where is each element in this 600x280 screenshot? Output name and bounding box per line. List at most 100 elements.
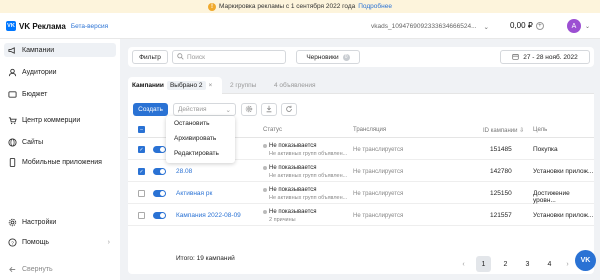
refresh-icon	[285, 105, 293, 115]
help-icon: ?	[8, 237, 17, 247]
campaign-name[interactable]: Кампания 2022-08-09	[176, 212, 241, 219]
calendar-icon	[512, 53, 519, 62]
sidebar-item-label: Настройки	[22, 218, 57, 226]
globe-icon	[8, 137, 17, 147]
sidebar-item-sites[interactable]: Сайты	[4, 135, 116, 149]
row-checkbox[interactable]	[138, 190, 145, 197]
avatar[interactable]: A	[567, 19, 581, 33]
campaigns-panel: Кампании Выбрано 2 × 2 группы 4 объявлен…	[128, 77, 594, 274]
campaign-goal: Покупка	[533, 146, 558, 153]
status-value: Не показывается	[263, 187, 317, 193]
actions-select[interactable]: Действия ⌄	[173, 103, 236, 116]
account-selector[interactable]: vkads_1094769092333634666524... ⌄	[368, 20, 492, 33]
beta-label[interactable]: Бета-версия	[71, 23, 108, 30]
selected-count-badge: Выбрано 2	[166, 81, 206, 90]
chevron-left-icon[interactable]: ‹	[456, 256, 471, 272]
vk-support-button[interactable]: VK	[575, 250, 596, 271]
campaign-name[interactable]: 28.08	[176, 168, 192, 175]
account-name: vkads_1094769092333634666524...	[371, 23, 477, 30]
status-reason: Не активных групп объявлен...	[269, 173, 348, 179]
balance-value: 0,00 ₽	[510, 21, 533, 30]
sidebar-item-campaigns[interactable]: Кампании	[4, 43, 116, 57]
refresh-button[interactable]	[281, 103, 297, 116]
campaign-toggle[interactable]	[153, 146, 166, 153]
page-2[interactable]: 2	[498, 256, 513, 272]
menu-item-stop[interactable]: Остановить	[166, 116, 235, 131]
campaign-toggle[interactable]	[153, 190, 166, 197]
broadcast-value: Не транслируется	[353, 169, 404, 175]
download-icon	[265, 105, 273, 115]
broadcast-value: Не транслируется	[353, 147, 404, 153]
chevron-right-icon[interactable]: ›	[560, 256, 575, 272]
campaign-id: 121557	[490, 212, 512, 219]
campaign-name[interactable]: Активная рк	[176, 190, 212, 197]
row-checkbox[interactable]	[138, 212, 145, 219]
table-row[interactable]: Активная рк Не показывается Не активных …	[128, 183, 594, 204]
status-dot	[263, 144, 267, 148]
chevron-down-icon: ⌄	[483, 23, 489, 31]
search-input[interactable]: Поиск	[172, 50, 286, 64]
logo[interactable]: VK VK Реклама Бета-версия	[6, 21, 108, 31]
table-row[interactable]: Кампания 2022-08-09 Не показывается 2 пр…	[128, 205, 594, 226]
drafts-button[interactable]: Черновики 0	[296, 50, 360, 64]
tab-campaigns[interactable]: Кампании Выбрано 2 ×	[128, 77, 222, 94]
banner-link[interactable]: Подробнее	[358, 3, 392, 10]
top-header: VK VK Реклама Бета-версия vkads_10947690…	[0, 13, 600, 39]
select-all-checkbox[interactable]: –	[138, 126, 145, 133]
sidebar-item-settings[interactable]: Настройки	[4, 215, 116, 229]
add-funds-icon[interactable]: +	[535, 21, 544, 30]
sidebar-item-label: Кампании	[22, 46, 55, 54]
campaign-toggle[interactable]	[153, 168, 166, 175]
campaign-id: 125150	[490, 190, 512, 197]
create-button[interactable]: Создать	[133, 103, 168, 116]
filter-bar: Фильтр Поиск Черновики 0 27 - 28 нояб. 2…	[128, 47, 594, 67]
filter-button[interactable]: Фильтр	[132, 50, 168, 64]
chevron-down-icon[interactable]: ⌄	[585, 23, 590, 30]
sidebar-item-label: Помощь	[22, 238, 50, 246]
column-campaign-id[interactable]: ID кампании ⇩	[483, 127, 524, 134]
tab-label: Кампании	[132, 82, 164, 89]
sidebar-item-audiences[interactable]: Аудитории	[4, 65, 116, 79]
menu-item-edit[interactable]: Редактировать	[166, 146, 235, 161]
entity-tabs: Кампании Выбрано 2 × 2 группы 4 объявлен…	[128, 77, 594, 94]
status-value: Не показывается	[263, 143, 317, 149]
status-dot	[263, 210, 267, 214]
page-1[interactable]: 1	[476, 256, 491, 272]
tab-ads[interactable]: 4 объявления	[270, 77, 324, 94]
campaign-toggle[interactable]	[153, 212, 166, 219]
status-text: Не показывается	[269, 143, 317, 149]
download-button[interactable]	[261, 103, 277, 116]
sidebar-item-budget[interactable]: Бюджет	[4, 87, 116, 101]
clear-selection-icon[interactable]: ×	[209, 82, 213, 89]
page-4[interactable]: 4	[542, 256, 557, 272]
gear-icon	[245, 105, 253, 115]
date-range-picker[interactable]: 27 - 28 нояб. 2022	[500, 50, 590, 64]
sidebar-collapse[interactable]: Свернуть	[4, 262, 116, 276]
sidebar-item-apps[interactable]: Мобильные приложения	[4, 155, 116, 169]
chevron-down-icon: ⌄	[225, 106, 231, 114]
logo-text: VK Реклама	[19, 21, 66, 31]
row-checkbox[interactable]: ✓	[138, 146, 145, 153]
chevron-right-icon: ›	[107, 238, 110, 246]
page-3[interactable]: 3	[520, 256, 535, 272]
audience-icon	[8, 68, 17, 77]
sidebar-item-commerce[interactable]: Центр коммерции	[4, 113, 116, 127]
menu-item-archive[interactable]: Архивировать	[166, 131, 235, 146]
balance[interactable]: 0,00 ₽ +	[510, 21, 544, 30]
drafts-count: 0	[342, 53, 350, 61]
row-checkbox[interactable]: ✓	[138, 168, 145, 175]
broadcast-value: Не транслируется	[353, 213, 404, 219]
table-row[interactable]: ✓ 28.08 Не показывается Не активных груп…	[128, 161, 594, 182]
status-text: Не показывается	[269, 187, 317, 193]
column-broadcast[interactable]: Трансляция	[353, 127, 386, 133]
sidebar-item-label: Свернуть	[22, 265, 53, 273]
tab-groups[interactable]: 2 группы	[226, 77, 264, 94]
column-goal[interactable]: Цель	[533, 127, 547, 133]
status-dot	[263, 166, 267, 170]
broadcast-value: Не транслируется	[353, 191, 404, 197]
sidebar-item-help[interactable]: ? Помощь ›	[4, 235, 116, 249]
settings-button[interactable]	[241, 103, 257, 116]
campaign-id: 142780	[490, 168, 512, 175]
status-reason: Не активных групп объявлен...	[269, 195, 348, 201]
column-status[interactable]: Статус	[263, 127, 282, 133]
